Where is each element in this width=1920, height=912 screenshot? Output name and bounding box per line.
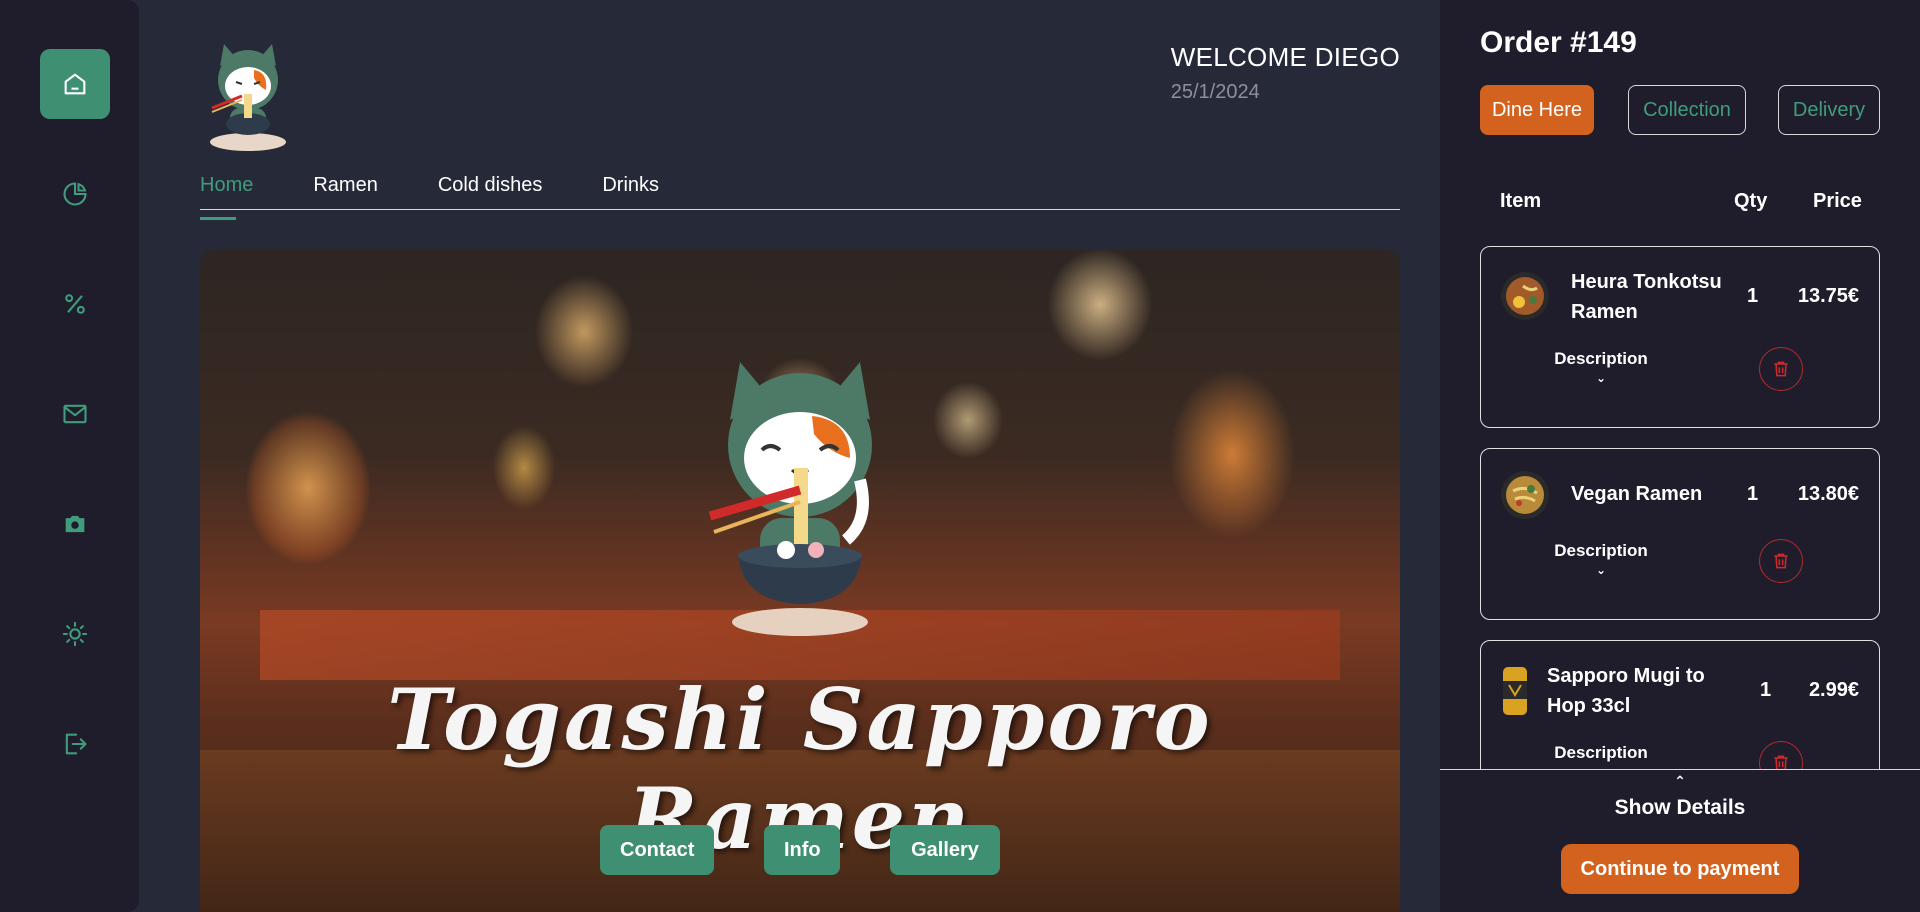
continue-to-payment-button[interactable]: Continue to payment — [1561, 844, 1799, 894]
sun-icon — [62, 621, 88, 647]
current-date: 25/1/2024 — [1170, 81, 1260, 103]
sidebar — [0, 0, 139, 912]
order-item: Vegan Ramen 1 13.80€ Description ⌄ — [1480, 448, 1880, 620]
item-qty: 1 — [1747, 483, 1759, 505]
chevron-down-icon: ⌄ — [1595, 563, 1607, 577]
column-header-price: Price — [1813, 190, 1862, 212]
item-price: 13.75€ — [1797, 285, 1859, 307]
delivery-button[interactable]: Delivery — [1778, 85, 1880, 135]
item-price: 13.80€ — [1797, 483, 1859, 505]
pie-chart-icon — [63, 182, 87, 206]
gallery-button[interactable]: Gallery — [890, 825, 1000, 875]
order-footer: ⌃ Show Details Continue to payment — [1440, 769, 1920, 912]
percent-icon — [65, 294, 85, 314]
logout-icon — [65, 733, 87, 755]
main-content: WELCOME DIEGO 25/1/2024 Home Ramen Cold … — [139, 0, 1440, 912]
home-icon — [64, 73, 86, 95]
tab-drinks[interactable]: Drinks — [602, 170, 659, 209]
mail-icon — [63, 404, 87, 424]
show-details-toggle[interactable]: ⌃ Show Details — [1440, 774, 1920, 820]
tab-home[interactable]: Home — [200, 170, 253, 220]
description-label: Description — [1554, 743, 1648, 762]
sidebar-item-messages[interactable] — [40, 379, 110, 449]
welcome-title: WELCOME DIEGO — [1170, 42, 1400, 72]
column-header-item: Item — [1500, 190, 1542, 212]
description-label: Description — [1554, 349, 1648, 368]
mascot-image — [708, 362, 872, 636]
item-name: Heura Tonkotsu Ramen — [1571, 271, 1722, 323]
order-title: Order #149 — [1480, 26, 1637, 59]
dine-here-button[interactable]: Dine Here — [1480, 85, 1594, 135]
delete-item-button[interactable] — [1759, 741, 1803, 769]
category-tabs: Home Ramen Cold dishes Drinks — [200, 170, 1400, 220]
column-header-qty: Qty — [1734, 190, 1768, 212]
tab-ramen[interactable]: Ramen — [313, 170, 377, 209]
tab-cold-dishes[interactable]: Cold dishes — [438, 170, 543, 209]
ramen-thumbnail — [1501, 272, 1549, 320]
sidebar-item-gallery[interactable] — [40, 489, 110, 559]
delete-item-button[interactable] — [1759, 347, 1803, 391]
item-name: Vegan Ramen — [1571, 483, 1703, 505]
item-name: Sapporo Mugi to Hop 33cl — [1547, 665, 1705, 717]
order-panel: Order #149 Dine Here Collection Delivery… — [1440, 0, 1920, 912]
welcome-block: WELCOME DIEGO 25/1/2024 — [1171, 42, 1400, 104]
trash-icon — [1774, 361, 1788, 377]
chevron-down-icon: ⌄ — [1595, 371, 1607, 385]
trash-icon — [1774, 553, 1788, 569]
sidebar-item-dashboard[interactable] — [40, 159, 110, 229]
collection-button[interactable]: Collection — [1628, 85, 1746, 135]
restaurant-logo[interactable] — [202, 38, 294, 156]
ramen-thumbnail — [1501, 471, 1549, 519]
beer-can-thumbnail — [1503, 667, 1527, 715]
item-qty: 1 — [1760, 679, 1772, 701]
camera-icon — [65, 515, 85, 533]
delete-item-button[interactable] — [1759, 539, 1803, 583]
item-price: 2.99€ — [1808, 679, 1859, 701]
hero-banner: Togashi Sapporo Ramen Contact Info Galle… — [200, 250, 1400, 912]
info-button[interactable]: Info — [764, 825, 840, 875]
sidebar-item-theme[interactable] — [40, 599, 110, 669]
order-item: Sapporo Mugi to Hop 33cl 1 2.99€ Descrip… — [1480, 640, 1880, 769]
trash-icon — [1774, 755, 1788, 769]
sidebar-item-discounts[interactable] — [40, 269, 110, 339]
item-qty: 1 — [1747, 285, 1759, 307]
sidebar-item-logout[interactable] — [40, 709, 110, 779]
description-toggle[interactable]: Description ⌄ — [1541, 349, 1661, 385]
order-item: Heura Tonkotsu Ramen 1 13.75€ Descriptio… — [1480, 246, 1880, 428]
contact-button[interactable]: Contact — [600, 825, 714, 875]
chevron-up-icon: ⌃ — [1674, 773, 1686, 789]
description-toggle[interactable]: Description ⌄ — [1541, 541, 1661, 577]
show-details-label: Show Details — [1614, 796, 1746, 819]
sidebar-item-home[interactable] — [40, 49, 110, 119]
order-items-list[interactable]: Heura Tonkotsu Ramen 1 13.75€ Descriptio… — [1480, 246, 1880, 769]
description-label: Description — [1554, 541, 1648, 560]
description-toggle[interactable]: Description ⌄ — [1541, 743, 1661, 769]
